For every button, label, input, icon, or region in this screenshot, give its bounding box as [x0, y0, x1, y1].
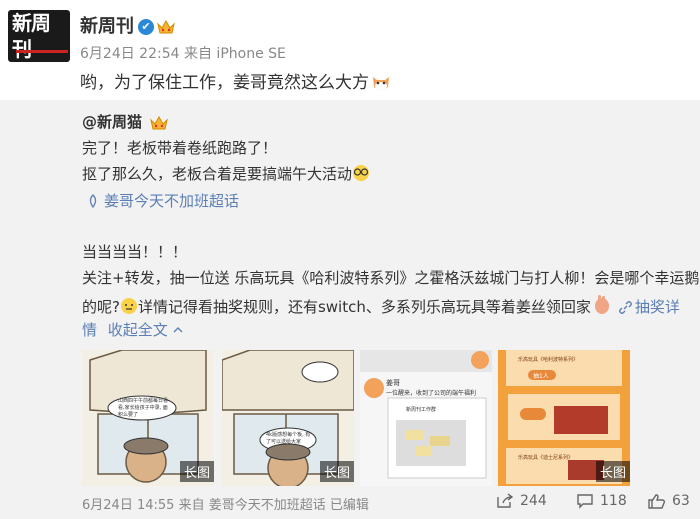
- repost-line-1: 完了！老板带着卷纸跑路了！: [82, 139, 278, 157]
- image-thumbnail-2[interactable]: 4k版感想每个板, 有了可以送给大家 长图: [222, 350, 354, 486]
- comic-caption-2: 4k版感想每个板, 有了可以送给大家: [266, 432, 311, 445]
- repost-count: 244: [520, 493, 547, 509]
- like-button[interactable]: 63: [648, 493, 690, 509]
- like-count: 63: [672, 493, 690, 509]
- repost-line-6: 情 收起全文: [82, 319, 183, 340]
- hand-emoji-icon: [594, 295, 609, 314]
- repost-line-2-text: 抠了那么久，老板合着是要搞端午大活动: [82, 165, 353, 183]
- collapse-button[interactable]: 收起全文: [108, 321, 183, 339]
- repost-footer: 6月24日 14:55 来自 姜哥今天不加班超话 已编辑: [82, 494, 369, 513]
- image-thumbnail-1[interactable]: 山西四午午前都每日看看,家长给孩子中录, 面积么要了 长图: [82, 350, 214, 486]
- repost-line-2: 抠了那么久，老板合着是要搞端午大活动: [82, 163, 370, 184]
- repost-line-3: 当当当当！！！: [82, 243, 188, 261]
- original-post: 新周刊 新周刊 ✔ 6月24日 22:54 来自 iPhone SE 哟，为了保住…: [0, 0, 700, 100]
- comic-caption-1: 山西四午午前都每日看看,家长给孩子中录, 面积么要了: [118, 398, 169, 418]
- comment-button[interactable]: 118: [576, 493, 627, 509]
- crown-icon: [157, 19, 175, 34]
- repost-time[interactable]: 6月24日 14:55: [82, 498, 174, 513]
- avatar[interactable]: 新周刊: [8, 10, 70, 62]
- repost-line-5a: 的呢?: [82, 298, 120, 316]
- image-thumbnail-3[interactable]: 姜哥 一位醒来，收到了公司的端午福利 新周刊工作群: [360, 350, 492, 486]
- topic-icon: [89, 194, 97, 208]
- cat-face-emoji-icon: [373, 77, 389, 90]
- repost-line-5b: 详情记得看抽奖规则，还有switch、多系列乐高玩具等着姜丝领回家: [137, 298, 591, 316]
- share-icon: [497, 493, 514, 508]
- avatar-logo-underline: [16, 50, 68, 53]
- long-image-badge: 长图: [319, 461, 354, 482]
- repost-line-5: 的呢? 详情记得看抽奖规则，还有switch、多系列乐高玩具等着姜丝领回家 抽奖详: [82, 293, 680, 317]
- post-meta: 6月24日 22:54 来自 iPhone SE: [80, 43, 286, 63]
- long-image-badge: 长图: [595, 461, 630, 482]
- comment-icon: [577, 494, 593, 509]
- repost-author-name: @新周猫: [82, 113, 143, 131]
- repost-line-4: 关注+转发，抽一位送 乐高玩具《哈利波特系列》之霍格沃兹城门与打人柳！会是哪个幸…: [82, 269, 700, 287]
- repost-card[interactable]: @新周猫 完了！老板带着卷纸跑路了！ 抠了那么久，老板合着是要搞端午大活动 姜哥…: [0, 100, 700, 519]
- chat-screenshot-image: [360, 350, 492, 486]
- post-source: 来自 iPhone SE: [183, 46, 286, 62]
- post-text-content: 哟，为了保住工作，姜哥竟然这么大方: [80, 73, 369, 93]
- topic-link-text: 姜哥今天不加班超话: [104, 192, 240, 210]
- chevron-up-icon: [173, 327, 183, 333]
- repost-button[interactable]: 244: [496, 493, 547, 509]
- verified-icon: ✔: [138, 19, 154, 35]
- repost-author[interactable]: @新周猫: [82, 111, 169, 132]
- thumbs-up-icon: [648, 494, 666, 509]
- edited-label[interactable]: 已编辑: [330, 498, 369, 513]
- chat-sender-name: 姜哥: [386, 379, 400, 387]
- lottery-link-text: 抽奖详: [634, 298, 680, 316]
- glasses-emoji-icon: [353, 165, 370, 181]
- link-icon: [618, 301, 632, 314]
- repost-source-label: 来自: [178, 498, 205, 513]
- prize-2-caption: 乐高玩具《迪士尼系列》: [518, 455, 574, 461]
- author-name-text: 新周刊: [80, 16, 134, 37]
- image-thumbnail-4[interactable]: 乐高玩具《哈利波特系列》 抽1人 乐高玩具《迪士尼系列》 长图: [498, 350, 630, 486]
- chat-message: 一位醒来，收到了公司的端午福利: [386, 390, 477, 397]
- thinking-emoji-icon: [120, 298, 137, 314]
- avatar-logo: 新周刊: [8, 10, 70, 62]
- lottery-link-continued[interactable]: 情: [82, 321, 97, 339]
- prize-winners-count: 抽1人: [533, 373, 549, 380]
- long-image-badge: 长图: [179, 461, 214, 482]
- chat-group-name: 新周刊工作群: [406, 407, 437, 413]
- crown-icon: [150, 115, 169, 129]
- lottery-link[interactable]: 抽奖详: [613, 298, 680, 316]
- collapse-button-label: 收起全文: [107, 321, 168, 339]
- topic-link[interactable]: 姜哥今天不加班超话: [86, 190, 239, 211]
- repost-source-topic[interactable]: 姜哥今天不加班超话: [209, 498, 326, 513]
- author-name[interactable]: 新周刊 ✔: [80, 12, 175, 38]
- post-time[interactable]: 6月24日 22:54: [80, 46, 180, 62]
- prize-1-caption: 乐高玩具《哈利波特系列》: [518, 357, 579, 363]
- comment-count: 118: [600, 493, 627, 509]
- post-text: 哟，为了保住工作，姜哥竟然这么大方: [80, 68, 391, 93]
